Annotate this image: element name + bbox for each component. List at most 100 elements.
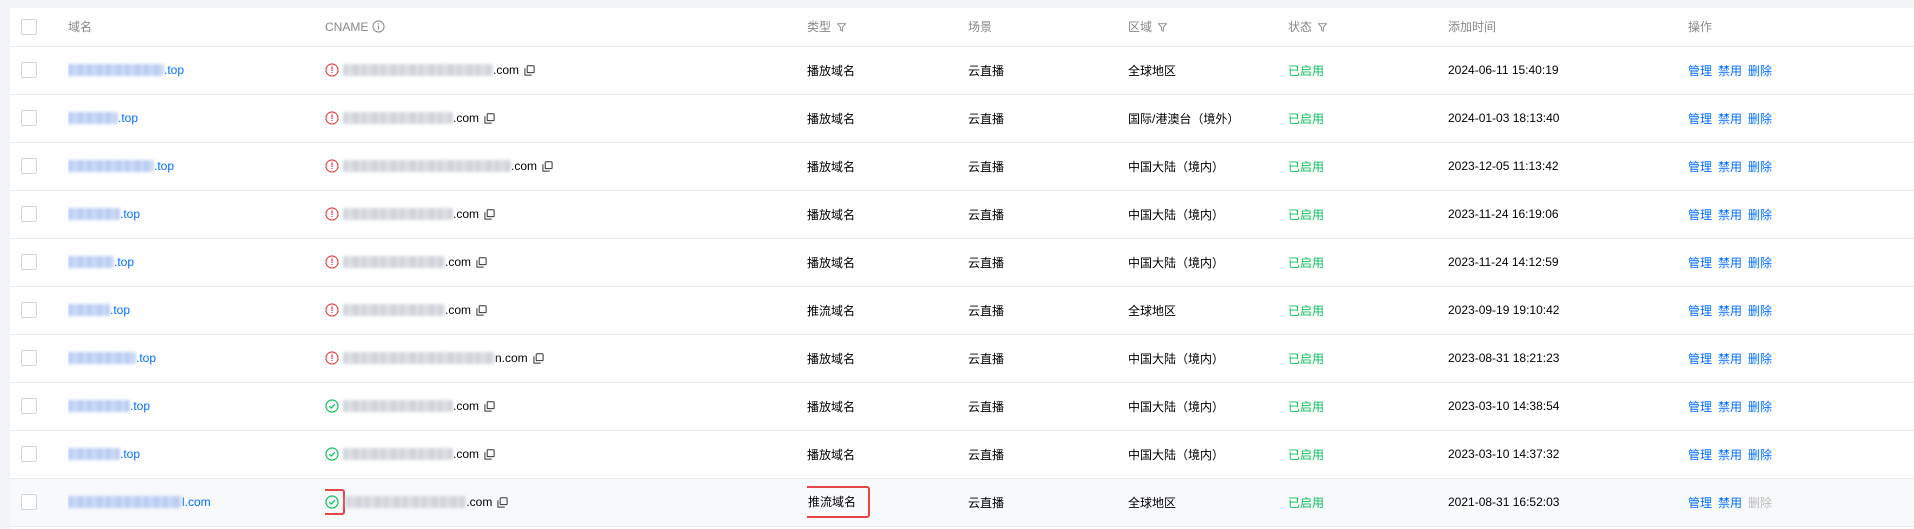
disable-link[interactable]: 禁用: [1718, 352, 1742, 366]
copy-icon[interactable]: [484, 113, 495, 124]
row-checkbox[interactable]: [21, 350, 37, 366]
copy-icon[interactable]: [476, 257, 487, 268]
error-circle-icon: [325, 255, 339, 269]
header-added-time: 添加时间: [1448, 8, 1688, 47]
row-checkbox[interactable]: [21, 494, 37, 510]
row-checkbox[interactable]: [21, 302, 37, 318]
domain-link[interactable]: .top: [68, 63, 184, 77]
row-checkbox[interactable]: [21, 158, 37, 174]
copy-icon[interactable]: [524, 65, 535, 76]
domain-link[interactable]: .top: [68, 303, 130, 317]
info-icon[interactable]: [372, 20, 385, 33]
copy-icon[interactable]: [484, 209, 495, 220]
manage-link[interactable]: 管理: [1688, 304, 1712, 318]
region-label: 中国大陆（境内）: [1128, 207, 1225, 222]
row-checkbox[interactable]: [21, 254, 37, 270]
ops-cell: 管理 禁用 删除: [1688, 478, 1914, 526]
disable-link[interactable]: 禁用: [1718, 448, 1742, 462]
domain-link[interactable]: .top: [68, 255, 134, 269]
scene-cell: 云直播: [968, 478, 1128, 526]
manage-link[interactable]: 管理: [1688, 496, 1712, 510]
region-label: 全球地区: [1128, 303, 1177, 318]
domain-cell: .top: [68, 382, 325, 430]
status-badge: 已启用: [1288, 495, 1325, 510]
manage-link[interactable]: 管理: [1688, 64, 1712, 78]
domain-link[interactable]: .top: [68, 111, 138, 125]
filter-icon[interactable]: [1158, 23, 1168, 33]
domain-cell: .top: [68, 94, 325, 142]
ops-cell: 管理 禁用 删除: [1688, 334, 1914, 382]
disable-link[interactable]: 禁用: [1718, 256, 1742, 270]
type-cell: 播放域名: [807, 94, 968, 142]
delete-link[interactable]: 删除: [1748, 256, 1772, 270]
row-checkbox[interactable]: [21, 446, 37, 462]
type-cell: 播放域名: [807, 190, 968, 238]
region-label: 中国大陆（境内）: [1128, 159, 1225, 174]
manage-link[interactable]: 管理: [1688, 448, 1712, 462]
delete-link[interactable]: 删除: [1748, 400, 1772, 414]
region-label: 中国大陆（境内）: [1128, 447, 1225, 462]
delete-link[interactable]: 删除: [1748, 304, 1772, 318]
copy-icon[interactable]: [476, 305, 487, 316]
select-all-checkbox[interactable]: [21, 18, 37, 35]
region-cell: 中国大陆（境内）: [1128, 382, 1288, 430]
domain-link[interactable]: .top: [68, 207, 140, 221]
scene-label: 云直播: [968, 495, 1005, 510]
disable-link[interactable]: 禁用: [1718, 112, 1742, 126]
region-label: 中国大陆（境内）: [1128, 255, 1225, 270]
error-circle-icon: [325, 303, 339, 317]
cname-suffix: .com: [453, 399, 480, 413]
manage-link[interactable]: 管理: [1688, 256, 1712, 270]
time-cell: 2023-08-31 18:21:23: [1448, 334, 1688, 382]
copy-icon[interactable]: [497, 497, 508, 508]
manage-link[interactable]: 管理: [1688, 352, 1712, 366]
time-cell: 2024-06-11 15:40:19: [1448, 46, 1688, 94]
table-header-row: 域名 CNAME 类型 场景 区域 状态 添加时间 操作: [10, 8, 1914, 47]
manage-link[interactable]: 管理: [1688, 208, 1712, 222]
copy-icon[interactable]: [484, 401, 495, 412]
header-domain: 域名: [68, 8, 325, 47]
delete-link[interactable]: 删除: [1748, 64, 1772, 78]
row-checkbox[interactable]: [21, 398, 37, 414]
filter-icon[interactable]: [1318, 23, 1328, 33]
domain-link[interactable]: .top: [68, 447, 140, 461]
row-checkbox[interactable]: [21, 206, 37, 222]
disable-link[interactable]: 禁用: [1718, 496, 1742, 510]
copy-icon[interactable]: [533, 353, 544, 364]
region-cell: 国际/港澳台（境外）: [1128, 94, 1288, 142]
region-cell: 中国大陆（境内）: [1128, 430, 1288, 478]
disable-link[interactable]: 禁用: [1718, 64, 1742, 78]
copy-icon[interactable]: [542, 161, 553, 172]
domain-link[interactable]: .top: [68, 399, 150, 413]
row-checkbox[interactable]: [21, 110, 37, 126]
manage-link[interactable]: 管理: [1688, 400, 1712, 414]
domain-suffix: .top: [114, 255, 135, 269]
delete-link[interactable]: 删除: [1748, 208, 1772, 222]
disable-link[interactable]: 禁用: [1718, 160, 1742, 174]
delete-link[interactable]: 删除: [1748, 352, 1772, 366]
manage-link[interactable]: 管理: [1688, 160, 1712, 174]
filter-icon[interactable]: [837, 23, 847, 33]
disable-link[interactable]: 禁用: [1718, 400, 1742, 414]
delete-link[interactable]: 删除: [1748, 112, 1772, 126]
region-cell: 中国大陆（境内）: [1128, 238, 1288, 286]
domain-link[interactable]: .top: [68, 351, 156, 365]
cname-suffix: .com: [453, 447, 480, 461]
row-checkbox[interactable]: [21, 62, 37, 78]
row-checkbox-cell: [10, 238, 68, 286]
delete-link[interactable]: 删除: [1748, 448, 1772, 462]
disable-link[interactable]: 禁用: [1718, 208, 1742, 222]
manage-link[interactable]: 管理: [1688, 112, 1712, 126]
delete-link[interactable]: 删除: [1748, 160, 1772, 174]
domain-link[interactable]: .top: [68, 159, 174, 173]
row-checkbox-cell: [10, 190, 68, 238]
domain-link[interactable]: l.com: [68, 495, 211, 509]
disable-link[interactable]: 禁用: [1718, 304, 1742, 318]
status-cell: 已启用: [1288, 478, 1448, 526]
header-ops: 操作: [1688, 8, 1914, 47]
highlight-box: 推流域名: [807, 486, 871, 518]
cname-suffix: n.com: [495, 351, 528, 365]
copy-icon[interactable]: [484, 449, 495, 460]
scene-label: 云直播: [968, 351, 1005, 366]
scene-cell: 云直播: [968, 142, 1128, 190]
